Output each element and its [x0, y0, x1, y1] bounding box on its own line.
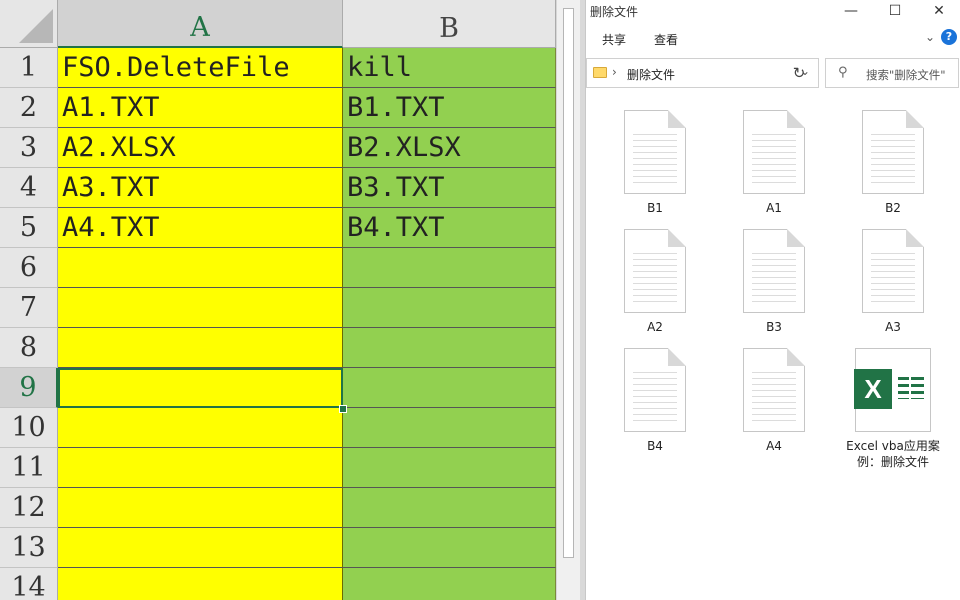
file-name: B2 — [885, 201, 901, 215]
excel-file-icon: X — [854, 348, 931, 432]
text-document-icon — [624, 348, 686, 432]
file-name: A4 — [766, 439, 782, 453]
vertical-scrollbar[interactable] — [556, 0, 580, 600]
close-button[interactable]: ✕ — [917, 0, 960, 22]
excel-badge: X — [854, 369, 892, 409]
cell-b14[interactable] — [343, 568, 556, 600]
file-name: B1 — [647, 201, 663, 215]
ribbon-expand-icon[interactable]: ⌄ — [925, 30, 935, 44]
row-header[interactable]: 7 — [0, 288, 58, 328]
cell-b13[interactable] — [343, 528, 556, 568]
text-document-icon — [624, 229, 686, 313]
file-item[interactable]: A2 — [600, 229, 710, 335]
file-item[interactable]: B4 — [600, 348, 710, 454]
minimize-button[interactable]: — — [829, 0, 873, 22]
file-name: B3 — [766, 320, 782, 334]
breadcrumb[interactable]: 删除文件 — [627, 66, 675, 83]
search-placeholder[interactable]: 搜索"删除文件" — [866, 67, 946, 83]
text-document-icon — [743, 110, 805, 194]
file-name: Excel vba应用案例：删除文件 — [846, 439, 940, 469]
row-header[interactable]: 1 — [0, 48, 58, 88]
row-header[interactable]: 4 — [0, 168, 58, 208]
file-item[interactable]: B3 — [719, 229, 829, 335]
file-item[interactable]: B1 — [600, 110, 710, 216]
title-bar: 删除文件 — ☐ ✕ — [586, 0, 960, 22]
breadcrumb-separator-icon[interactable]: › — [612, 65, 617, 79]
row-header[interactable]: 2 — [0, 88, 58, 128]
cell-a13[interactable] — [58, 528, 343, 568]
cell-b2[interactable]: B1.TXT — [343, 88, 556, 128]
cell-b3[interactable]: B2.XLSX — [343, 128, 556, 168]
scrollbar-thumb[interactable] — [563, 8, 574, 558]
cell-b4[interactable]: B3.TXT — [343, 168, 556, 208]
row-header[interactable]: 8 — [0, 328, 58, 368]
cell-a1[interactable]: FSO.DeleteFile — [58, 48, 343, 88]
file-item[interactable]: A1 — [719, 110, 829, 216]
text-document-icon — [624, 110, 686, 194]
search-icon: ⚲ — [838, 65, 848, 80]
row-header-selected[interactable]: 9 — [0, 368, 58, 408]
file-name: A3 — [885, 320, 901, 334]
cell-a14[interactable] — [58, 568, 343, 600]
search-box[interactable]: ⚲ 搜索"删除文件" — [825, 58, 959, 88]
row-header[interactable]: 12 — [0, 488, 58, 528]
cell-b7[interactable] — [343, 288, 556, 328]
cell-b10[interactable] — [343, 408, 556, 448]
cell-a6[interactable] — [58, 248, 343, 288]
cell-a12[interactable] — [58, 488, 343, 528]
row-header[interactable]: 10 — [0, 408, 58, 448]
text-document-icon — [862, 229, 924, 313]
row-header[interactable]: 14 — [0, 568, 58, 600]
select-all-corner[interactable] — [0, 0, 58, 48]
cell-a10[interactable] — [58, 408, 343, 448]
spreadsheet: A B 1 2 3 4 5 6 7 8 9 10 11 12 13 14 FSO… — [0, 0, 580, 600]
cell-a2[interactable]: A1.TXT — [58, 88, 343, 128]
file-item-excel[interactable]: X Excel vba应用案例：删除文件 — [838, 348, 948, 470]
file-item[interactable]: A3 — [838, 229, 948, 335]
cell-b5[interactable]: B4.TXT — [343, 208, 556, 248]
fill-handle[interactable] — [339, 405, 347, 413]
cell-a11[interactable] — [58, 448, 343, 488]
cell-b9[interactable] — [343, 368, 556, 408]
column-header-b[interactable]: B — [343, 0, 556, 48]
window-title: 删除文件 — [590, 5, 639, 19]
text-document-icon — [862, 110, 924, 194]
cell-b6[interactable] — [343, 248, 556, 288]
refresh-icon[interactable]: ↻ — [785, 58, 813, 88]
cell-b8[interactable] — [343, 328, 556, 368]
cell-a4[interactable]: A3.TXT — [58, 168, 343, 208]
tab-share[interactable]: 共享 — [602, 31, 626, 48]
cell-b11[interactable] — [343, 448, 556, 488]
row-header[interactable]: 6 — [0, 248, 58, 288]
row-header[interactable]: 3 — [0, 128, 58, 168]
folder-icon — [593, 67, 607, 78]
file-name: B4 — [647, 439, 663, 453]
cell-b12[interactable] — [343, 488, 556, 528]
text-document-icon — [743, 229, 805, 313]
cell-a8[interactable] — [58, 328, 343, 368]
text-document-icon — [743, 348, 805, 432]
file-explorer-window: 删除文件 — ☐ ✕ 共享 查看 ⌄ ? › 删除文件 ⌄ ↻ ⚲ 搜索"删除文… — [585, 0, 960, 600]
file-name: A1 — [766, 201, 782, 215]
ribbon-tabs: 共享 查看 ⌄ ? — [586, 26, 960, 52]
help-icon[interactable]: ? — [941, 29, 957, 45]
cell-a5[interactable]: A4.TXT — [58, 208, 343, 248]
row-header[interactable]: 11 — [0, 448, 58, 488]
column-header-a[interactable]: A — [58, 0, 343, 48]
maximize-button[interactable]: ☐ — [873, 0, 917, 22]
file-item[interactable]: B2 — [838, 110, 948, 216]
file-name: A2 — [647, 320, 663, 334]
cell-a7[interactable] — [58, 288, 343, 328]
tab-view[interactable]: 查看 — [654, 31, 678, 48]
row-header[interactable]: 5 — [0, 208, 58, 248]
file-item[interactable]: A4 — [719, 348, 829, 454]
row-header[interactable]: 13 — [0, 528, 58, 568]
cell-b1[interactable]: kill — [343, 48, 556, 88]
cell-a9-active[interactable] — [58, 368, 343, 408]
cell-a3[interactable]: A2.XLSX — [58, 128, 343, 168]
